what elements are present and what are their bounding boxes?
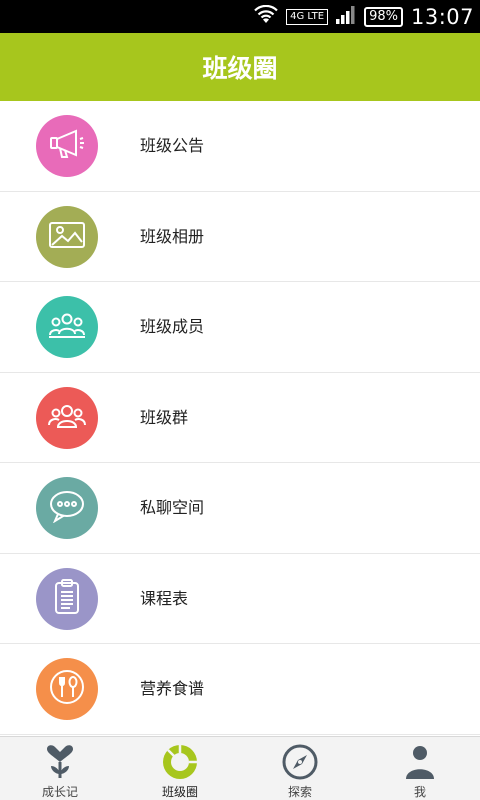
title-bar: 班级圈	[0, 33, 480, 101]
menu-icon-circle	[36, 658, 98, 720]
menu-item-private-chat[interactable]: 私聊空间	[0, 463, 480, 554]
tab-label: 探索	[287, 785, 312, 799]
menu-item-label: 班级相册	[140, 226, 205, 246]
fork-spoon-icon	[48, 668, 86, 710]
menu-icon-circle	[36, 386, 98, 449]
battery-indicator: 98%	[364, 6, 403, 27]
menu-icon-circle	[36, 477, 98, 539]
menu-icon-circle	[36, 115, 98, 177]
status-bar: 4G LTE 98% 13:07	[0, 0, 480, 33]
class-circle-icon	[161, 743, 199, 781]
network-type-badge: 4G LTE	[286, 8, 329, 25]
menu-item-timetable[interactable]: 课程表	[0, 554, 480, 644]
menu-item-group[interactable]: 班级群	[0, 373, 480, 463]
menu-item-announcement[interactable]: 班级公告	[0, 101, 480, 192]
menu-item-members[interactable]: 班级成员	[0, 282, 480, 373]
compass-icon	[281, 743, 319, 781]
menu-item-recipes[interactable]: 营养食谱	[0, 644, 480, 735]
menu-icon-circle	[36, 205, 98, 268]
tab-label: 我	[413, 785, 426, 799]
person-icon	[401, 743, 439, 781]
tab-growth[interactable]: 成长记	[0, 737, 120, 800]
group-icon	[47, 401, 87, 435]
tab-class-circle[interactable]: 班级圈	[120, 737, 240, 800]
menu-item-label: 私聊空间	[140, 498, 205, 517]
tab-label: 班级圈	[161, 785, 198, 799]
menu-item-label: 营养食谱	[140, 679, 205, 698]
photo-icon	[48, 220, 86, 254]
clipboard-icon	[52, 578, 82, 619]
menu-item-label: 班级成员	[140, 317, 205, 336]
menu-item-label: 课程表	[140, 588, 189, 608]
heart-plant-icon	[41, 743, 79, 781]
menu-icon-circle	[36, 296, 98, 358]
wifi-icon	[254, 4, 278, 29]
menu-list: 班级公告 班级相册 班级成员 班级群 私聊空间 课程表 营养食谱	[0, 101, 480, 735]
megaphone-icon	[48, 127, 86, 165]
signal-icon	[336, 5, 356, 28]
members-icon	[47, 310, 87, 344]
menu-item-label: 班级群	[140, 407, 189, 427]
tab-label: 成长记	[41, 785, 78, 799]
clock: 13:07	[410, 4, 474, 29]
menu-item-album[interactable]: 班级相册	[0, 192, 480, 282]
menu-icon-circle	[36, 567, 98, 630]
bottom-tab-bar: 成长记 班级圈 探索 我	[0, 736, 480, 800]
tab-explore[interactable]: 探索	[240, 737, 360, 800]
menu-item-label: 班级公告	[140, 136, 205, 155]
chat-bubble-icon	[48, 489, 86, 527]
page-title: 班级圈	[202, 54, 278, 83]
tab-me[interactable]: 我	[360, 737, 480, 800]
